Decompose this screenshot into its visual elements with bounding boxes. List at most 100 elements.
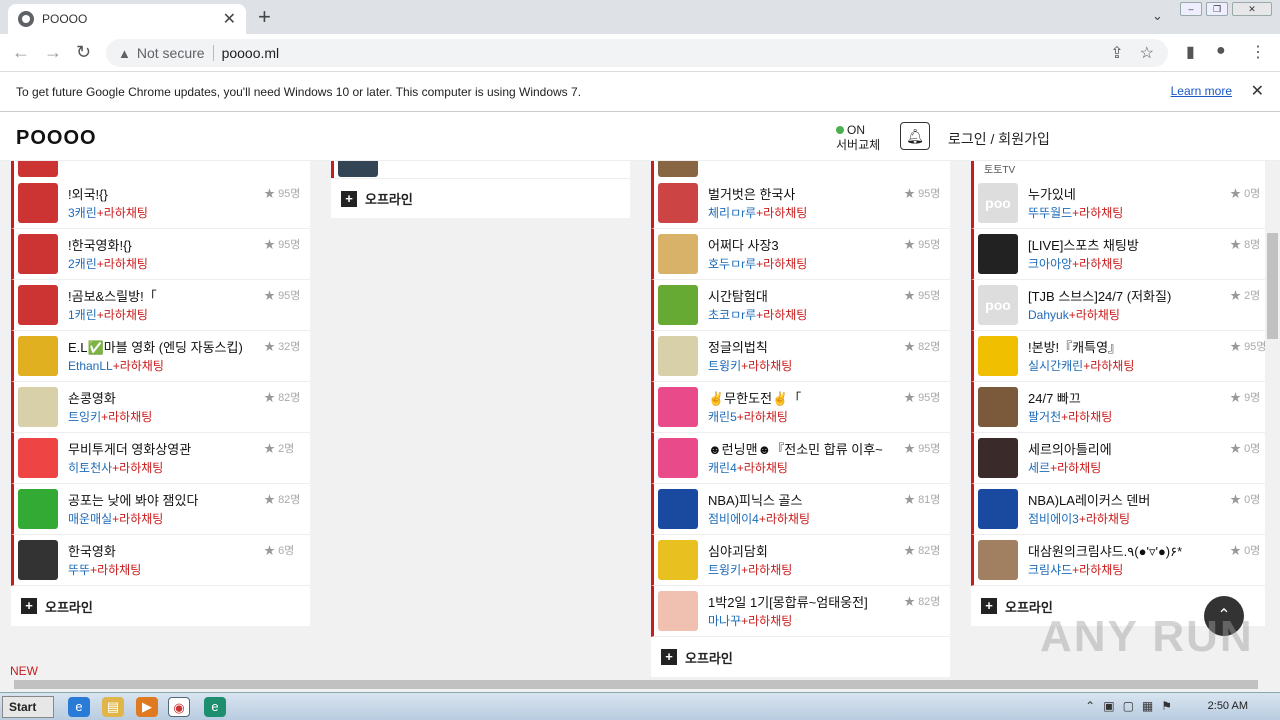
list-item[interactable]: 대삼원의크림샤드.٩(●'▿'●)۶* 크림샤드+라하채팅 ★ 0명 (971, 535, 1265, 586)
list-item[interactable]: 1박2일 1기[몽합류~엄태웅전] 마나꾸+라하채팅 ★ 82명 (651, 586, 950, 637)
list-item[interactable]: !한국영화!{} 2캐린+라하채팅 ★ 95명 (11, 229, 310, 280)
star-icon: ★ (1230, 392, 1245, 404)
address-bar[interactable]: ▲ Not secure poooo.ml ⇪ ☆ (106, 39, 1168, 67)
explorer-icon[interactable]: ▤ (102, 697, 124, 717)
room-host: 마나꾸+라하채팅 (708, 612, 792, 629)
horizontal-scrollbar[interactable] (0, 677, 1280, 692)
list-item[interactable] (11, 161, 310, 178)
list-item[interactable]: 공포는 낮에 봐야 잼있다 매운매실+라하채팅 ★ 82명 (11, 484, 310, 535)
media-player-icon[interactable]: ▶ (136, 697, 158, 717)
avatar (658, 387, 698, 427)
status-label: 서버교체 (836, 138, 881, 152)
scrollbar-thumb[interactable] (1267, 233, 1278, 339)
viewer-count: ★ 32명 (264, 338, 300, 354)
viewer-count: ★ 0명 (1230, 542, 1260, 558)
room-host: 트윙키+라하채팅 (708, 357, 792, 374)
list-item[interactable]: 심야괴담회 트윙키+라하채팅 ★ 82명 (651, 535, 950, 586)
viewer-count-value: 6명 (278, 545, 295, 557)
list-item[interactable]: 시간탐험대 초코ㅁr루+라하채팅 ★ 95명 (651, 280, 950, 331)
avatar (658, 285, 698, 325)
viewer-count-value: 95명 (278, 290, 301, 302)
room-title: 심야괴담회 (708, 544, 768, 559)
ie-icon[interactable]: e (68, 697, 90, 717)
list-item[interactable]: 24/7 빠끄 팔거천+라하채팅 ★ 9명 (971, 382, 1265, 433)
list-item[interactable]: E.L✅마블 영화 (엔딩 자동스킵) EthanLL+라하채팅 ★ 32명 (11, 331, 310, 382)
viewer-count: ★ 82명 (264, 389, 300, 405)
bookmark-star-icon[interactable]: ☆ (1140, 43, 1154, 63)
list-item[interactable]: poo [TJB 스브스]24/7 (저화질) Dahyuk+라하채팅 ★ 2명 (971, 280, 1265, 331)
list-item[interactable]: 토토TV (971, 161, 1265, 178)
not-secure-label: Not secure (136, 45, 205, 61)
tab-search-icon[interactable]: ⌄ (1152, 8, 1163, 24)
chrome-icon[interactable]: ◉ (168, 697, 190, 717)
list-item[interactable]: NBA)LA레이커스 덴버 점비에이3+라하채팅 ★ 0명 (971, 484, 1265, 535)
url-text[interactable]: poooo.ml (222, 45, 280, 61)
list-item[interactable]: ☻런닝맨☻『전소민 합류 이후~ 캐린4+라하채팅 ★ 95명 (651, 433, 950, 484)
reload-icon[interactable]: ↻ (76, 42, 91, 63)
list-item[interactable]: !곰보&스릴방!「 1캐린+라하채팅 ★ 95명 (11, 280, 310, 331)
bell-icon[interactable]: 🔔︎ (900, 122, 930, 150)
star-icon: ★ (904, 443, 919, 455)
menu-icon[interactable]: ⋮ (1250, 42, 1266, 62)
list-item[interactable]: [LIVE]스포츠 채팅방 크아아앙+라하채팅 ★ 8명 (971, 229, 1265, 280)
list-item[interactable]: 정글의법칙 트윙키+라하채팅 ★ 82명 (651, 331, 950, 382)
forward-icon[interactable]: → (44, 42, 62, 63)
offline-toggle[interactable]: + 오프라인 (331, 178, 630, 218)
list-item[interactable]: 한국영화 뚜뚜+라하채팅 ★ 6명 (11, 535, 310, 586)
learn-more-link[interactable]: Learn more (1171, 84, 1232, 98)
tab-close-icon[interactable]: ✕ (223, 9, 236, 29)
list-item[interactable] (651, 161, 950, 178)
share-icon[interactable]: ⇪ (1110, 43, 1123, 63)
edge-icon[interactable]: e (204, 697, 226, 717)
online-dot-icon (836, 126, 844, 134)
scrollbar-thumb[interactable] (14, 680, 1258, 689)
host-name: 매운매실 (68, 512, 113, 526)
list-item[interactable]: !본방!『캐특영』 실시간캐린+라하채팅 ★ 95명 (971, 331, 1265, 382)
list-item[interactable]: ✌무한도전✌「 캐린5+라하채팅 ★ 95명 (651, 382, 950, 433)
login-link[interactable]: 로그인 / 회원가입 (948, 129, 1050, 149)
side-panel-icon[interactable]: ▮ (1186, 42, 1195, 62)
host-tag: +라하채팅 (1061, 410, 1113, 424)
host-name: 점비에이4 (708, 512, 759, 526)
offline-toggle[interactable]: + 오프라인 (11, 586, 310, 626)
minimize-button[interactable]: – (1180, 2, 1202, 16)
viewer-count-value: 0명 (1244, 545, 1261, 557)
start-button[interactable]: Start (2, 696, 54, 718)
list-item[interactable] (331, 161, 630, 178)
infobar-close-icon[interactable]: ✕ (1251, 81, 1264, 101)
site-logo[interactable]: POOOO (16, 127, 97, 150)
host-name: 체리ㅁr루 (708, 206, 757, 220)
avatar (18, 438, 58, 478)
infobar-text: To get future Google Chrome updates, you… (16, 84, 582, 99)
list-item[interactable]: 숀콩영화 트잉키+라하채팅 ★ 82명 (11, 382, 310, 433)
host-tag: +라하채팅 (96, 308, 148, 322)
viewer-count-value: 0명 (1244, 443, 1261, 455)
room-title: [LIVE]스포츠 채팅방 (1028, 238, 1139, 253)
room-title: 24/7 빠끄 (1028, 391, 1081, 406)
list-item[interactable]: NBA)피닉스 골스 점비에이4+라하채팅 ★ 81명 (651, 484, 950, 535)
avatar (18, 540, 58, 580)
browser-tab[interactable]: POOOO ✕ (8, 4, 246, 34)
room-host: 초코ㅁr루+라하채팅 (708, 306, 807, 323)
offline-toggle[interactable]: + 오프라인 (651, 637, 950, 677)
profile-icon[interactable]: ● (1216, 42, 1226, 60)
viewer-count-value: 82명 (278, 494, 301, 506)
maximize-button[interactable]: ❐ (1206, 2, 1228, 16)
room-title: ✌무한도전✌「 (708, 391, 802, 406)
host-name: 점비에이3 (1028, 512, 1079, 526)
list-item[interactable]: 세르의아틀리에 세르+라하채팅 ★ 0명 (971, 433, 1265, 484)
new-tab-button[interactable]: + (258, 4, 271, 30)
vertical-scrollbar[interactable] (1265, 161, 1280, 677)
close-window-button[interactable]: ✕ (1232, 2, 1272, 16)
list-item[interactable]: 무비투게더 영화상영관 히토천사+라하채팅 ★ 2명 (11, 433, 310, 484)
list-item[interactable]: 벌거벗은 한국사 체리ㅁr루+라하채팅 ★ 95명 (651, 178, 950, 229)
system-tray-icons[interactable]: ⌃▣▢▦⚑ (1085, 699, 1180, 713)
list-item[interactable]: !외국!{} 3캐린+라하채팅 ★ 95명 (11, 178, 310, 229)
avatar (18, 387, 58, 427)
viewer-count: ★ 95명 (904, 287, 940, 303)
list-item[interactable]: poo 누가있네 뚜뚜월드+라하채팅 ★ 0명 (971, 178, 1265, 229)
list-item[interactable]: 어쩌다 사장3 호두ㅁr루+라하채팅 ★ 95명 (651, 229, 950, 280)
host-name: 1캐린 (68, 308, 97, 322)
viewer-count: ★ 9명 (1230, 389, 1260, 405)
back-icon[interactable]: ← (12, 42, 30, 63)
